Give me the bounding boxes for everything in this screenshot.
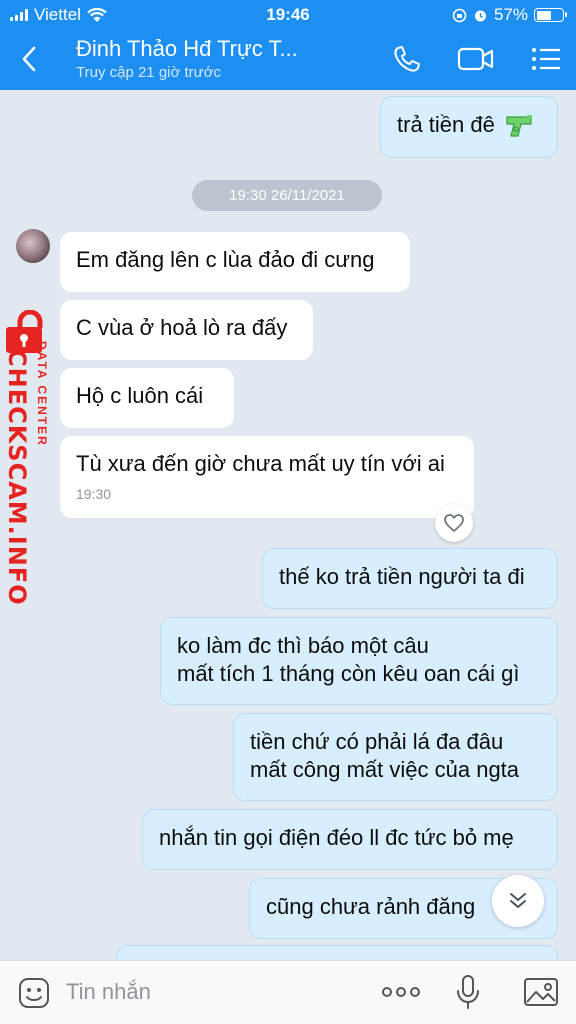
message-text: Em đăng lên c lùa đảo đi cưng [76, 247, 375, 272]
menu-icon[interactable] [528, 42, 564, 76]
message-text: C vùa ở hoả lò ra đấy [76, 315, 288, 340]
message-incoming[interactable]: Em đăng lên c lùa đảo đi cưng [60, 232, 410, 292]
message-incoming[interactable]: Hộ c luôn cái [60, 368, 234, 428]
orientation-lock-icon [452, 8, 467, 22]
message-outgoing[interactable]: thế ko trả tiền người ta đi [262, 548, 558, 609]
scroll-to-bottom-button[interactable] [492, 875, 544, 927]
watermark-brand: CHECKSCAM.INFO [3, 349, 31, 606]
heart-icon [444, 514, 464, 532]
message-text: Tù xưa đến giờ chưa mất uy tín với ai [76, 451, 445, 476]
microphone-icon[interactable] [455, 973, 481, 1011]
battery-icon [534, 8, 567, 22]
sticker-icon[interactable] [18, 977, 50, 1009]
more-icon[interactable] [381, 985, 421, 999]
watermark-subtitle: DATA CENTER [35, 341, 49, 447]
message-outgoing[interactable]: nhắn tin gọi điện đéo ll đc tức bỏ mẹ [142, 809, 558, 870]
phone-icon[interactable] [389, 42, 425, 76]
message-outgoing[interactable]: trả tiền đê [380, 96, 558, 158]
message-time: 19:30 [76, 486, 112, 502]
battery-percent: 57% [493, 5, 528, 24]
status-right: 57% [452, 5, 567, 25]
message-text-line: ko làm đc thì báo một câu [177, 633, 429, 658]
water-pistol-icon [506, 115, 532, 137]
avatar[interactable] [16, 229, 50, 263]
message-incoming[interactable]: C vùa ở hoả lò ra đấy [60, 300, 313, 360]
message-incoming[interactable]: Tù xưa đến giờ chưa mất uy tín với ai 19… [60, 436, 474, 518]
battery-fill [536, 10, 551, 20]
message-outgoing[interactable]: tiền chứ có phải lá đa đâu mất công mất … [233, 713, 558, 801]
message-outgoing[interactable]: ko làm đc thì báo một câu mất tích 1 thá… [160, 617, 558, 705]
alarm-icon [474, 10, 486, 21]
message-text: thế ko trả tiền người ta đi [279, 564, 525, 589]
message-text: nhắn tin gọi điện đéo ll đc tức bỏ mẹ [159, 825, 514, 850]
chat-header: Viettel 19:46 57% Đinh Thảo Hđ Trực T...… [0, 0, 576, 90]
composer-bar: Tin nhắn [0, 960, 576, 1024]
chevron-down-icon [510, 893, 526, 908]
message-text: Hộ c luôn cái [76, 383, 204, 408]
contact-info[interactable]: Đinh Thảo Hđ Trực T... Truy cập 21 giờ t… [76, 36, 298, 81]
message-input[interactable]: Tin nhắn [66, 979, 151, 1005]
back-icon[interactable] [16, 42, 44, 76]
message-text-line: mất tích 1 tháng còn kêu oan cái gì [177, 661, 520, 686]
image-icon[interactable] [523, 975, 559, 1009]
react-button[interactable] [435, 504, 473, 542]
watermark: DATA CENTER CHECKSCAM.INFO [3, 310, 58, 606]
video-call-icon[interactable] [456, 42, 496, 76]
contact-name: Đinh Thảo Hđ Trực T... [76, 36, 298, 61]
message-text: trả tiền đê [397, 112, 495, 137]
status-bar: Viettel 19:46 57% [0, 0, 576, 30]
message-text-line: mất công mất việc của ngta [250, 757, 520, 782]
last-seen: Truy cập 21 giờ trước [76, 64, 222, 81]
date-separator: 19:30 26/11/2021 [192, 180, 382, 211]
message-text-line: tiền chứ có phải lá đa đâu [250, 729, 504, 754]
